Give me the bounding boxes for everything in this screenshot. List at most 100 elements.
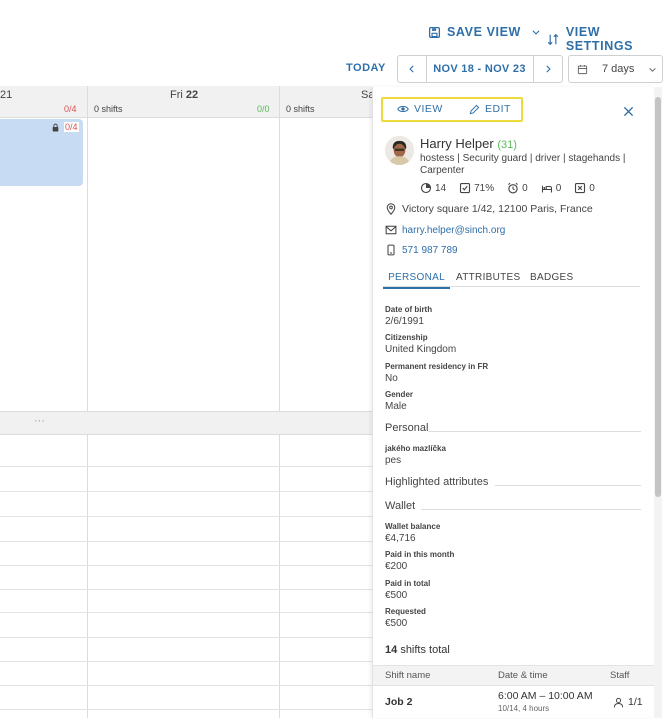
tab-badges[interactable]: BADGES	[530, 272, 573, 283]
pet-value: pes	[385, 455, 402, 466]
user-roles: hostess | Security guard | driver | stag…	[420, 153, 626, 164]
mail-icon	[385, 225, 397, 235]
day-ratio: 0/4	[64, 104, 77, 114]
edit-button[interactable]: EDIT	[469, 103, 511, 115]
today-button[interactable]: TODAY	[346, 62, 386, 74]
scroll-thumb[interactable]	[655, 97, 661, 497]
stat-value: 71%	[474, 182, 495, 194]
lock-icon	[52, 123, 59, 132]
pencil-icon	[469, 104, 480, 114]
paid-total-label: Paid in total	[385, 579, 431, 588]
prev-week-button[interactable]	[398, 56, 427, 82]
dob-label: Date of birth	[385, 305, 433, 314]
chevron-down-icon	[532, 30, 540, 35]
person-avatar-icon	[385, 136, 414, 165]
chevron-right-icon	[546, 65, 551, 73]
sat-shift-count: 0 shifts	[286, 104, 315, 114]
section-divider[interactable]: ···	[0, 411, 372, 435]
chevron-left-icon	[409, 65, 414, 73]
chevron-down-icon	[649, 67, 657, 72]
stat-shifts: 14	[420, 182, 446, 194]
phone-link[interactable]: 571 987 789	[402, 245, 458, 256]
user-name: Harry Helper (31)	[420, 136, 517, 151]
col-date-time: Date & time	[498, 670, 548, 681]
eye-icon	[397, 105, 409, 113]
col-shift-name: Shift name	[385, 670, 431, 681]
gender-value: Male	[385, 401, 407, 412]
address-text: Victory square 1/42, 12100 Paris, France	[402, 203, 593, 215]
phone-icon	[387, 244, 395, 256]
stat-value: 0	[522, 182, 528, 194]
stat-reliability: 71%	[459, 182, 494, 194]
period-select[interactable]: 7 days	[568, 55, 663, 83]
view-settings-button[interactable]: VIEW SETTINGS	[547, 25, 670, 53]
alarm-clock-icon	[508, 182, 519, 194]
section-rule	[428, 431, 641, 432]
stat-sick: 0	[541, 182, 562, 194]
cancel-box-icon	[575, 182, 586, 194]
tab-personal[interactable]: PERSONAL	[383, 272, 450, 289]
shifts-total: 14 shifts total	[385, 644, 450, 656]
avatar	[385, 136, 414, 165]
section-rule	[495, 485, 641, 486]
shifts-count: 14	[385, 644, 398, 656]
wallet-balance-label: Wallet balance	[385, 522, 441, 531]
location-pin-icon	[386, 203, 396, 215]
shift-staff: 1/1	[613, 696, 643, 708]
email-row: harry.helper@sinch.org	[385, 224, 505, 236]
shift-time: 6:00 AM – 10:00 AM	[498, 690, 593, 702]
save-view-button[interactable]: SAVE VIEW	[428, 25, 541, 39]
pet-label: jakého mazlíčka	[385, 444, 446, 453]
day-header-partial: 21	[0, 89, 13, 101]
paid-month-label: Paid in this month	[385, 550, 455, 559]
save-icon	[428, 26, 441, 38]
table-row[interactable]: Job 2 6:00 AM – 10:00 AM 10/14, 4 hours …	[373, 685, 655, 719]
user-detail-panel: VIEW EDIT Harry Helper (31) hostess | Se…	[372, 87, 655, 718]
requested-value: €500	[385, 618, 408, 629]
wallet-section-title: Wallet	[385, 500, 416, 512]
shift-table-header: Shift name Date & time Staff	[373, 665, 655, 686]
citizenship-value: United Kingdom	[385, 344, 457, 355]
stat-value: 14	[435, 182, 447, 194]
residency-value: No	[385, 373, 398, 384]
shift-block[interactable]: 0/4	[0, 119, 83, 186]
paid-month-value: €200	[385, 561, 408, 572]
pie-chart-icon	[420, 182, 432, 194]
paid-total-value: €500	[385, 590, 408, 601]
view-edit-toggle: VIEW EDIT	[381, 97, 523, 122]
date-navigator: NOV 18 - NOV 23	[397, 55, 563, 83]
ellipsis: ···	[34, 415, 45, 427]
day-number: 22	[185, 89, 199, 101]
stat-value: 0	[555, 182, 562, 194]
sort-settings-icon	[547, 33, 559, 45]
user-roles-cont: Carpenter	[420, 165, 465, 176]
view-settings-label: VIEW SETTINGS	[565, 25, 634, 53]
panel-scrollbar[interactable]	[654, 87, 662, 718]
user-name-text: Harry Helper	[420, 136, 494, 151]
stat-cancelled: 0	[574, 182, 595, 194]
day-header-fri: Fri 22	[170, 89, 198, 101]
view-button[interactable]: VIEW	[397, 103, 443, 115]
section-rule	[421, 509, 641, 510]
email-link[interactable]: harry.helper@sinch.org	[402, 225, 505, 236]
shift-ratio: 0/4	[64, 122, 79, 132]
staff-ratio: 1/1	[628, 696, 643, 708]
date-range-label[interactable]: NOV 18 - NOV 23	[426, 56, 533, 82]
wallet-balance-value: €4,716	[385, 533, 416, 544]
period-value: 7 days	[602, 63, 635, 75]
bed-icon	[541, 185, 552, 193]
close-icon[interactable]	[623, 106, 634, 117]
day-name: Fri	[170, 89, 183, 101]
view-label: VIEW	[414, 103, 443, 115]
fri-shift-count: 0 shifts	[94, 104, 123, 114]
checkbox-icon	[460, 182, 471, 194]
tab-attributes[interactable]: ATTRIBUTES	[456, 272, 520, 283]
save-view-label: SAVE VIEW	[447, 25, 521, 39]
citizenship-label: Citizenship	[385, 333, 428, 342]
next-week-button[interactable]	[533, 56, 562, 82]
user-stats: 14 71% 0 0 0	[420, 182, 595, 194]
stat-late: 0	[507, 182, 528, 194]
person-icon	[613, 697, 624, 707]
requested-label: Requested	[385, 607, 426, 616]
shift-name: Job 2	[385, 696, 413, 708]
